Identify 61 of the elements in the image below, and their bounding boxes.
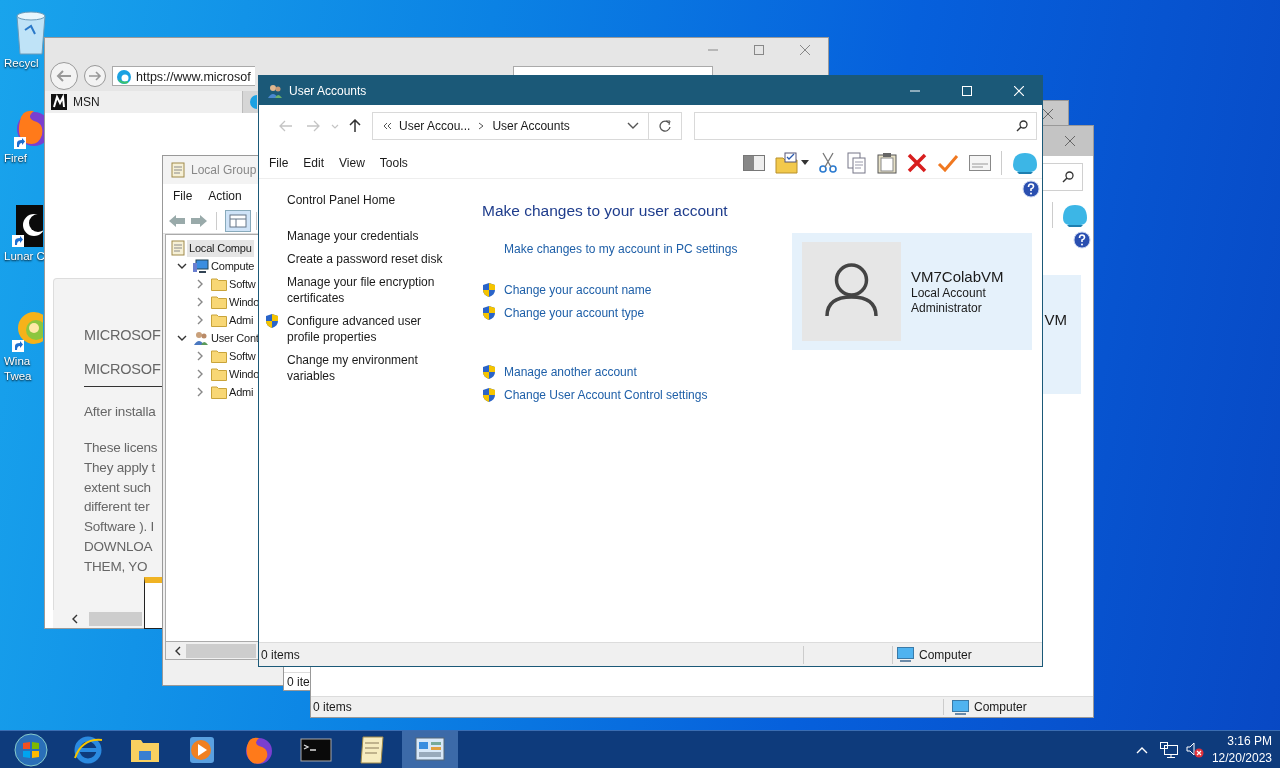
tree-item[interactable]: Admi xyxy=(229,383,254,401)
document-text: They apply t xyxy=(84,458,156,477)
document-text: different ter xyxy=(84,498,150,517)
tree-item[interactable]: Softw xyxy=(229,347,256,365)
menu-item[interactable]: File xyxy=(173,187,193,205)
tree-item[interactable]: Windo xyxy=(229,365,260,383)
browser-tab[interactable]: MSN xyxy=(45,91,243,113)
task-link[interactable]: Change my environment variables xyxy=(287,352,455,384)
tree-item[interactable]: User Cont xyxy=(211,329,259,347)
action-link[interactable]: Change User Account Control settings xyxy=(504,385,708,404)
tree-item[interactable]: Windo xyxy=(229,293,260,311)
task-link[interactable]: Manage your credentials xyxy=(287,228,455,244)
breadcrumb-item[interactable]: User Accounts xyxy=(492,117,570,135)
action-link[interactable]: Change your account type xyxy=(504,303,645,322)
status-text: 0 items xyxy=(312,699,353,716)
window-title: Local Group xyxy=(191,162,257,179)
menu-item[interactable]: View xyxy=(339,153,365,172)
action-link[interactable]: Change your account name xyxy=(504,280,652,299)
clock-time[interactable]: 3:16 PM xyxy=(1227,732,1272,750)
page-heading: Make changes to your user account xyxy=(482,201,729,221)
desktop-icon-label: Wina xyxy=(4,354,31,369)
desktop-icon-label: Twea xyxy=(4,369,32,384)
account-name: VM xyxy=(1044,310,1067,331)
account-detail: Local Account xyxy=(911,286,987,301)
document-text: These licens xyxy=(84,439,158,457)
tree-item[interactable]: Compute xyxy=(211,257,255,275)
menu-item[interactable]: Tools xyxy=(379,153,408,172)
tree-item[interactable]: Admi xyxy=(229,311,254,329)
task-link[interactable]: Manage your file encryption certificates xyxy=(287,274,455,306)
status-text: 0 items xyxy=(260,646,301,664)
settings-link[interactable]: Make changes to my account in PC settings xyxy=(482,240,787,259)
menu-item[interactable]: Action xyxy=(208,187,242,205)
tree-item[interactable]: Softw xyxy=(229,275,256,293)
document-text: THEM, YO xyxy=(84,557,148,576)
tree-item[interactable]: Local Compu xyxy=(187,239,254,257)
document-heading: MICROSOF xyxy=(84,326,161,344)
desktop-icon-label: Lunar C xyxy=(4,249,45,264)
account-detail: Administrator xyxy=(911,301,983,316)
account-name: VM7ColabVM xyxy=(911,268,1004,286)
window-title: User Accounts xyxy=(289,82,368,100)
document-heading: MICROSOF xyxy=(84,360,161,378)
url-text: https://www.microsof xyxy=(136,69,251,85)
document-text: Software ). I xyxy=(84,518,155,537)
address-field[interactable]: User Accou... User Accounts xyxy=(372,112,649,140)
status-text: 0 ite xyxy=(287,673,310,690)
action-link[interactable]: Manage another account xyxy=(504,362,637,381)
address-field[interactable]: https://www.microsof xyxy=(112,66,255,86)
document-text: DOWNLOA xyxy=(84,538,153,556)
task-link[interactable]: Create a password reset disk xyxy=(287,251,455,267)
document-text: extent such xyxy=(84,478,151,497)
breadcrumb-item[interactable]: User Accou... xyxy=(399,117,471,135)
status-location: Computer xyxy=(919,646,972,664)
desktop-icon-label: Recycl xyxy=(4,56,39,71)
task-link[interactable]: Control Panel Home xyxy=(287,192,455,208)
task-link[interactable]: Configure advanced user profile properties xyxy=(287,313,455,345)
clock-date[interactable]: 12/20/2023 xyxy=(1211,749,1272,767)
desktop-icon-label: Firef xyxy=(4,151,27,166)
menu-item[interactable]: File xyxy=(269,153,289,172)
status-location: Computer xyxy=(974,699,1027,716)
menu-item[interactable]: Edit xyxy=(303,153,325,172)
document-text: After installa xyxy=(84,403,156,421)
